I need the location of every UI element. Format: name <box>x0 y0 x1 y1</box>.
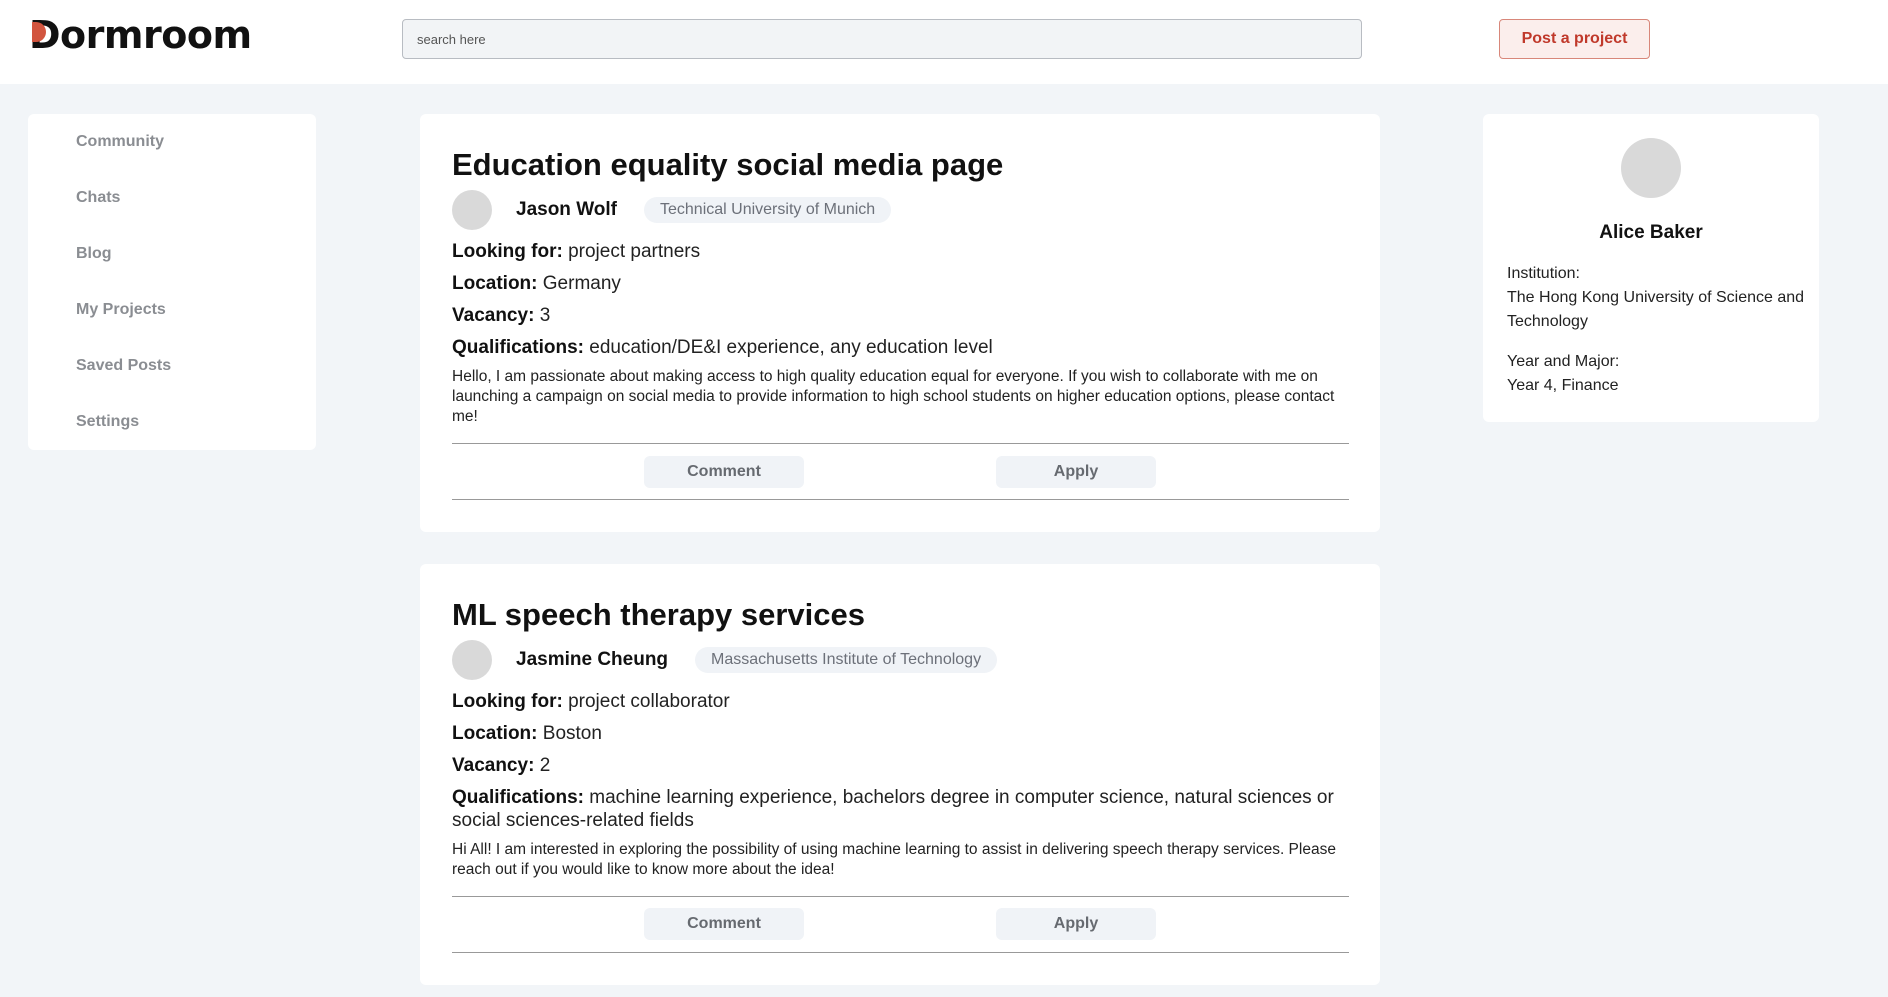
qualifications-value: education/DE&I experience, any education… <box>589 337 993 358</box>
qualifications-field: Qualifications: machine learning experie… <box>452 786 1352 832</box>
sidebar-nav: Community Chats Blog My Projects Saved P… <box>28 114 316 450</box>
project-post-card: Education equality social media page Jas… <box>420 114 1380 532</box>
author-avatar[interactable] <box>452 190 492 230</box>
looking-for-label: Looking for: <box>452 691 563 712</box>
qualifications-label: Qualifications: <box>452 787 584 808</box>
sidebar-item-chats[interactable]: Chats <box>76 189 120 207</box>
post-description: Hi All! I am interested in exploring the… <box>452 841 1336 878</box>
author-row: Jason Wolf Technical University of Munic… <box>452 190 1332 230</box>
profile-card: Alice Baker Institution: The Hong Kong U… <box>1483 114 1819 422</box>
sidebar-item-settings[interactable]: Settings <box>76 413 139 431</box>
profile-name[interactable]: Alice Baker <box>1483 222 1819 244</box>
vacancy-value: 2 <box>539 755 551 776</box>
qualifications-field: Qualifications: education/DE&I experienc… <box>452 336 1352 359</box>
comment-button[interactable]: Comment <box>644 456 804 488</box>
university-badge: Technical University of Munich <box>644 197 892 223</box>
sidebar-item-saved-posts[interactable]: Saved Posts <box>76 357 171 375</box>
location-value: Boston <box>542 723 602 744</box>
looking-for-label: Looking for: <box>452 241 563 262</box>
location-field: Location: Boston <box>452 722 1352 745</box>
post-title[interactable]: Education equality social media page <box>452 147 1003 183</box>
looking-for-value: project collaborator <box>568 691 730 712</box>
divider <box>452 952 1349 953</box>
qualifications-value: machine learning experience, bachelors d… <box>452 787 1334 831</box>
location-value: Germany <box>542 273 621 294</box>
vacancy-label: Vacancy: <box>452 305 535 326</box>
dormroom-logo[interactable]: Dormroom <box>29 13 252 57</box>
year-major-value: Year 4, Finance <box>1507 377 1619 394</box>
apply-button[interactable]: Apply <box>996 908 1156 940</box>
search-input[interactable] <box>402 19 1362 59</box>
vacancy-label: Vacancy: <box>452 755 535 776</box>
vacancy-value: 3 <box>539 305 551 326</box>
apply-button[interactable]: Apply <box>996 456 1156 488</box>
looking-for-value: project partners <box>568 241 701 262</box>
institution-label: Institution: <box>1507 265 1580 282</box>
profile-avatar[interactable] <box>1621 138 1681 198</box>
author-name[interactable]: Jasmine Cheung <box>516 649 668 671</box>
location-label: Location: <box>452 273 538 294</box>
logo-text: ormroom <box>60 13 252 57</box>
author-avatar[interactable] <box>452 640 492 680</box>
institution-value: The Hong Kong University of Science and … <box>1507 289 1805 330</box>
qualifications-label: Qualifications: <box>452 337 584 358</box>
divider <box>452 499 1349 500</box>
post-title[interactable]: ML speech therapy services <box>452 597 865 633</box>
comment-button[interactable]: Comment <box>644 908 804 940</box>
post-project-button[interactable]: Post a project <box>1499 19 1650 59</box>
looking-for-field: Looking for: project partners <box>452 240 1352 263</box>
vacancy-field: Vacancy: 2 <box>452 754 1352 777</box>
logo-first-letter: D <box>29 13 61 57</box>
university-badge: Massachusetts Institute of Technology <box>695 647 998 673</box>
author-name[interactable]: Jason Wolf <box>516 199 617 221</box>
divider <box>452 896 1349 897</box>
sidebar-item-blog[interactable]: Blog <box>76 245 112 263</box>
location-field: Location: Germany <box>452 272 1352 295</box>
looking-for-field: Looking for: project collaborator <box>452 690 1352 713</box>
location-label: Location: <box>452 723 538 744</box>
divider <box>452 443 1349 444</box>
vacancy-field: Vacancy: 3 <box>452 304 1352 327</box>
post-description: Hello, I am passionate about making acce… <box>452 368 1335 425</box>
sidebar-item-community[interactable]: Community <box>76 133 164 151</box>
year-major-label: Year and Major: <box>1507 353 1620 370</box>
top-bar: Dormroom Post a project <box>0 0 1888 84</box>
sidebar-item-my-projects[interactable]: My Projects <box>76 301 166 319</box>
project-post-card: ML speech therapy services Jasmine Cheun… <box>420 564 1380 985</box>
author-row: Jasmine Cheung Massachusetts Institute o… <box>452 640 1332 680</box>
